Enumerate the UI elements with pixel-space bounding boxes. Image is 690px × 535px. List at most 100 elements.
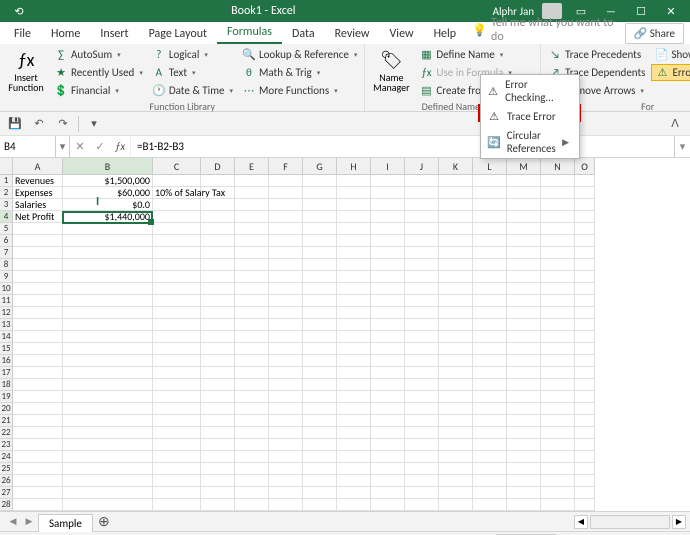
cell-c16[interactable] xyxy=(153,355,201,367)
row-header-7[interactable]: 7 xyxy=(0,247,13,259)
cell-h28[interactable] xyxy=(337,499,371,511)
cell-f21[interactable] xyxy=(269,415,303,427)
cell-j24[interactable] xyxy=(405,451,439,463)
cell-l11[interactable] xyxy=(473,295,507,307)
cell-m7[interactable] xyxy=(507,247,541,259)
cell-c19[interactable] xyxy=(153,391,201,403)
cell-g24[interactable] xyxy=(303,451,337,463)
cell-l1[interactable] xyxy=(473,175,507,187)
cell-f24[interactable] xyxy=(269,451,303,463)
cell-b6[interactable] xyxy=(63,235,153,247)
cell-j28[interactable] xyxy=(405,499,439,511)
cell-g13[interactable] xyxy=(303,319,337,331)
sheet-nav-prev-icon[interactable]: ◀ xyxy=(6,516,20,527)
cell-m3[interactable] xyxy=(507,199,541,211)
tab-insert[interactable]: Insert xyxy=(90,23,138,44)
cell-n3[interactable] xyxy=(541,199,575,211)
cell-h3[interactable] xyxy=(337,199,371,211)
cell-j3[interactable] xyxy=(405,199,439,211)
cell-m15[interactable] xyxy=(507,343,541,355)
cell-b28[interactable] xyxy=(63,499,153,511)
cell-e28[interactable] xyxy=(235,499,269,511)
cell-g10[interactable] xyxy=(303,283,337,295)
cell-l7[interactable] xyxy=(473,247,507,259)
col-header-f[interactable]: F xyxy=(269,158,303,175)
qat-custom-icon[interactable]: ▾ xyxy=(85,115,103,133)
cell-o15[interactable] xyxy=(575,343,595,355)
cell-e15[interactable] xyxy=(235,343,269,355)
cell-l15[interactable] xyxy=(473,343,507,355)
cell-g2[interactable] xyxy=(303,187,337,199)
cell-m9[interactable] xyxy=(507,271,541,283)
cell-a21[interactable] xyxy=(13,415,63,427)
tab-review[interactable]: Review xyxy=(325,23,380,44)
cell-j20[interactable] xyxy=(405,403,439,415)
cell-f11[interactable] xyxy=(269,295,303,307)
row-header-5[interactable]: 5 xyxy=(0,223,13,235)
cell-n8[interactable] xyxy=(541,259,575,271)
cell-i6[interactable] xyxy=(371,235,405,247)
cell-f23[interactable] xyxy=(269,439,303,451)
cell-c4[interactable] xyxy=(153,211,201,223)
cell-k22[interactable] xyxy=(439,427,473,439)
cell-b13[interactable] xyxy=(63,319,153,331)
cell-h5[interactable] xyxy=(337,223,371,235)
cell-f18[interactable] xyxy=(269,379,303,391)
share-button[interactable]: 🔗 Share xyxy=(625,23,684,44)
cell-b11[interactable] xyxy=(63,295,153,307)
row-header-12[interactable]: 12 xyxy=(0,307,13,319)
cell-a13[interactable] xyxy=(13,319,63,331)
cell-o3[interactable] xyxy=(575,199,595,211)
cell-g17[interactable] xyxy=(303,367,337,379)
name-box[interactable]: B4 xyxy=(0,136,56,157)
show-formulas-button[interactable]: 📄Show Formulas xyxy=(651,46,690,63)
cell-l24[interactable] xyxy=(473,451,507,463)
cell-h12[interactable] xyxy=(337,307,371,319)
cell-c24[interactable] xyxy=(153,451,201,463)
cell-d19[interactable] xyxy=(201,391,235,403)
error-checking-button[interactable]: ⚠Error Checking▾ xyxy=(651,64,690,81)
cell-m5[interactable] xyxy=(507,223,541,235)
cell-e20[interactable] xyxy=(235,403,269,415)
cell-g19[interactable] xyxy=(303,391,337,403)
define-name-button[interactable]: ▦Define Name▾ xyxy=(416,46,536,63)
cell-k12[interactable] xyxy=(439,307,473,319)
cell-o18[interactable] xyxy=(575,379,595,391)
cell-f10[interactable] xyxy=(269,283,303,295)
hscroll-right-icon[interactable]: ▶ xyxy=(672,515,686,529)
cell-i13[interactable] xyxy=(371,319,405,331)
cell-i9[interactable] xyxy=(371,271,405,283)
cell-o16[interactable] xyxy=(575,355,595,367)
cell-l8[interactable] xyxy=(473,259,507,271)
row-header-22[interactable]: 22 xyxy=(0,427,13,439)
cell-f1[interactable] xyxy=(269,175,303,187)
cell-j12[interactable] xyxy=(405,307,439,319)
cell-b18[interactable] xyxy=(63,379,153,391)
cell-o17[interactable] xyxy=(575,367,595,379)
cell-h6[interactable] xyxy=(337,235,371,247)
cell-g26[interactable] xyxy=(303,475,337,487)
cell-k1[interactable] xyxy=(439,175,473,187)
cell-a23[interactable] xyxy=(13,439,63,451)
cell-a24[interactable] xyxy=(13,451,63,463)
cell-l28[interactable] xyxy=(473,499,507,511)
cell-e8[interactable] xyxy=(235,259,269,271)
cell-h16[interactable] xyxy=(337,355,371,367)
row-header-11[interactable]: 11 xyxy=(0,295,13,307)
cell-o4[interactable] xyxy=(575,211,595,223)
cell-g28[interactable] xyxy=(303,499,337,511)
cell-c10[interactable] xyxy=(153,283,201,295)
cell-c3[interactable] xyxy=(153,199,201,211)
row-header-15[interactable]: 15 xyxy=(0,343,13,355)
cell-h21[interactable] xyxy=(337,415,371,427)
cell-e14[interactable] xyxy=(235,331,269,343)
cell-e22[interactable] xyxy=(235,427,269,439)
row-header-18[interactable]: 18 xyxy=(0,379,13,391)
cell-f3[interactable] xyxy=(269,199,303,211)
cell-n26[interactable] xyxy=(541,475,575,487)
col-header-i[interactable]: I xyxy=(371,158,405,175)
cell-l10[interactable] xyxy=(473,283,507,295)
row-header-24[interactable]: 24 xyxy=(0,451,13,463)
cell-d8[interactable] xyxy=(201,259,235,271)
cell-l21[interactable] xyxy=(473,415,507,427)
